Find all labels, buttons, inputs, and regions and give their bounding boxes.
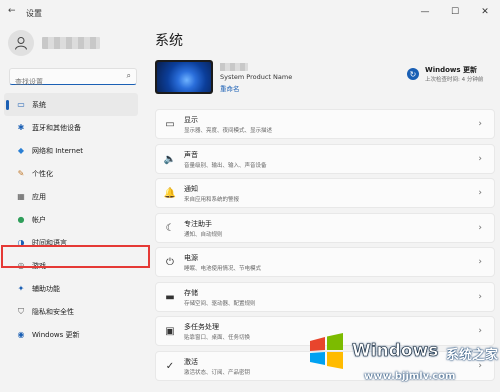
speaker-icon: 🔈 [163, 153, 177, 165]
card-title: 激活 [184, 357, 198, 366]
chevron-right-icon: › [478, 153, 482, 164]
watermark: Windows 系统之家 www.bjjmlv.com [302, 327, 500, 392]
card-focus-assist[interactable]: ☾ 专注助手通知、自动规则 › [155, 212, 495, 243]
sidebar-item-apps[interactable]: ▦ 应用 [4, 185, 138, 208]
windows-logo-icon [310, 333, 343, 369]
back-arrow-icon[interactable]: ← [8, 6, 16, 16]
apps-icon: ▦ [17, 192, 25, 201]
bluetooth-icon: ✱ [17, 123, 25, 132]
card-description: 通知、自动规则 [184, 231, 223, 238]
sidebar-item-label: 蓝牙和其他设备 [32, 123, 81, 132]
windows-update-title[interactable]: Windows 更新 [425, 65, 477, 75]
card-description: 贴靠窗口、桌面、任务切换 [184, 335, 251, 341]
chevron-right-icon: › [478, 257, 482, 267]
window-title: 设置 [26, 9, 42, 18]
chevron-right-icon: › [478, 222, 482, 233]
sidebar-item-label: 辅助功能 [32, 284, 60, 293]
device-model: System Product Name [220, 73, 293, 81]
sidebar-item-system[interactable]: ▭ 系统 [4, 93, 138, 116]
minimize-button[interactable]: — [410, 0, 440, 24]
multitasking-icon: ▣ [165, 326, 175, 337]
network-icon: ◆ [17, 146, 25, 155]
chevron-right-icon: › [478, 119, 482, 129]
sidebar-item-label: 网络和 Internet [32, 146, 84, 155]
sidebar-item-windows-update[interactable]: ◉ Windows 更新 [4, 323, 138, 346]
title-bar: ← 设置 — ☐ ✕ [0, 0, 500, 24]
card-storage[interactable]: ▬ 存储存储空间、驱动器、配置规则 › [155, 281, 495, 312]
card-description: 音量级别、输出、输入、声音设备 [184, 162, 267, 169]
watermark-site-name: 系统之家 [446, 348, 499, 363]
windows-update-icon[interactable]: ↻ [407, 68, 419, 80]
storage-icon: ▬ [165, 291, 175, 303]
card-description: 显示器、亮度、夜间模式、显示描述 [184, 128, 273, 134]
card-notifications[interactable]: 🔔 通知来自应用和系统的警报 › [155, 178, 495, 208]
device-name-blurred [220, 63, 248, 71]
display-icon: ▭ [165, 119, 175, 130]
card-description: 睡眠、电池使用情况、节电模式 [184, 266, 262, 272]
update-icon: ◉ [17, 330, 25, 339]
card-title: 显示 [184, 116, 198, 124]
rename-link[interactable]: 重命名 [220, 83, 240, 93]
search-icon[interactable]: ⌕ [127, 71, 131, 81]
avatar [8, 30, 34, 56]
card-sound[interactable]: 🔈 声音音量级别、输出、输入、声音设备 › [155, 143, 495, 174]
card-title: 声音 [184, 150, 198, 159]
sidebar-item-network[interactable]: ◆ 网络和 Internet [4, 139, 138, 162]
sidebar-item-bluetooth[interactable]: ✱ 蓝牙和其他设备 [4, 116, 138, 139]
card-title: 存储 [184, 288, 198, 297]
person-icon [15, 37, 27, 50]
sidebar: ⌕ ▭ 系统 ✱ 蓝牙和其他设备 ◆ 网络和 Internet ✎ 个性化 ▦ 应用 ● 帐… [0, 24, 150, 392]
desktop-thumbnail [155, 60, 213, 94]
account-icon: ● [17, 215, 25, 224]
highlight-box [1, 245, 150, 268]
chevron-right-icon: › [478, 291, 482, 302]
maximize-button[interactable]: ☐ [440, 0, 470, 24]
search-input[interactable] [10, 75, 120, 89]
search-box[interactable]: ⌕ [9, 68, 137, 89]
sidebar-item-accounts[interactable]: ● 帐户 [4, 208, 138, 231]
username-blurred [42, 37, 100, 49]
card-description: 存储空间、驱动器、配置规则 [184, 300, 256, 307]
card-title: 电源 [184, 254, 198, 262]
bell-icon: 🔔 [163, 188, 177, 199]
chevron-right-icon: › [478, 188, 482, 198]
moon-icon: ☾ [165, 222, 175, 234]
user-profile[interactable] [8, 28, 100, 58]
activation-check-icon: ✓ [165, 360, 175, 372]
sidebar-item-personalization[interactable]: ✎ 个性化 [4, 162, 138, 185]
card-title: 通知 [184, 185, 198, 193]
sidebar-item-accessibility[interactable]: ✦ 辅助功能 [4, 277, 138, 300]
card-title: 多任务处理 [184, 323, 219, 331]
watermark-url: www.bjjmlv.com [364, 371, 456, 382]
sidebar-item-label: 应用 [32, 192, 46, 201]
shield-icon: ⛉ [18, 306, 24, 316]
sidebar-item-label: 个性化 [32, 169, 53, 178]
close-button[interactable]: ✕ [470, 0, 500, 24]
card-display[interactable]: ▭ 显示显示器、亮度、夜间模式、显示描述 › [155, 109, 495, 139]
watermark-brand: Windows [352, 341, 439, 362]
sidebar-item-label: Windows 更新 [32, 330, 80, 339]
card-description: 激活状态、订阅、产品密钥 [184, 369, 251, 376]
window-controls: — ☐ ✕ [410, 0, 500, 24]
sidebar-nav: ▭ 系统 ✱ 蓝牙和其他设备 ◆ 网络和 Internet ✎ 个性化 ▦ 应用 ● 帐户 … [4, 93, 138, 346]
sidebar-item-label: 系统 [32, 100, 46, 109]
sidebar-item-label: 隐私和安全性 [32, 307, 74, 316]
sidebar-item-label: 帐户 [32, 215, 46, 224]
page-title: 系统 [155, 33, 183, 49]
monitor-icon: ▭ [17, 100, 25, 109]
card-power[interactable]: ⏻ 电源睡眠、电池使用情况、节电模式 › [155, 247, 495, 277]
brush-icon: ✎ [17, 169, 25, 178]
power-icon: ⏻ [166, 257, 174, 268]
card-title: 专注助手 [184, 219, 212, 228]
sidebar-item-privacy[interactable]: ⛉ 隐私和安全性 [4, 300, 138, 323]
accessibility-icon: ✦ [17, 284, 25, 293]
card-description: 来自应用和系统的警报 [184, 197, 240, 203]
device-info: System Product Name 重命名 ↻ Windows 更新 上次检… [155, 60, 495, 96]
windows-update-status: 上次检查时间: 4 分钟前 [425, 77, 484, 83]
